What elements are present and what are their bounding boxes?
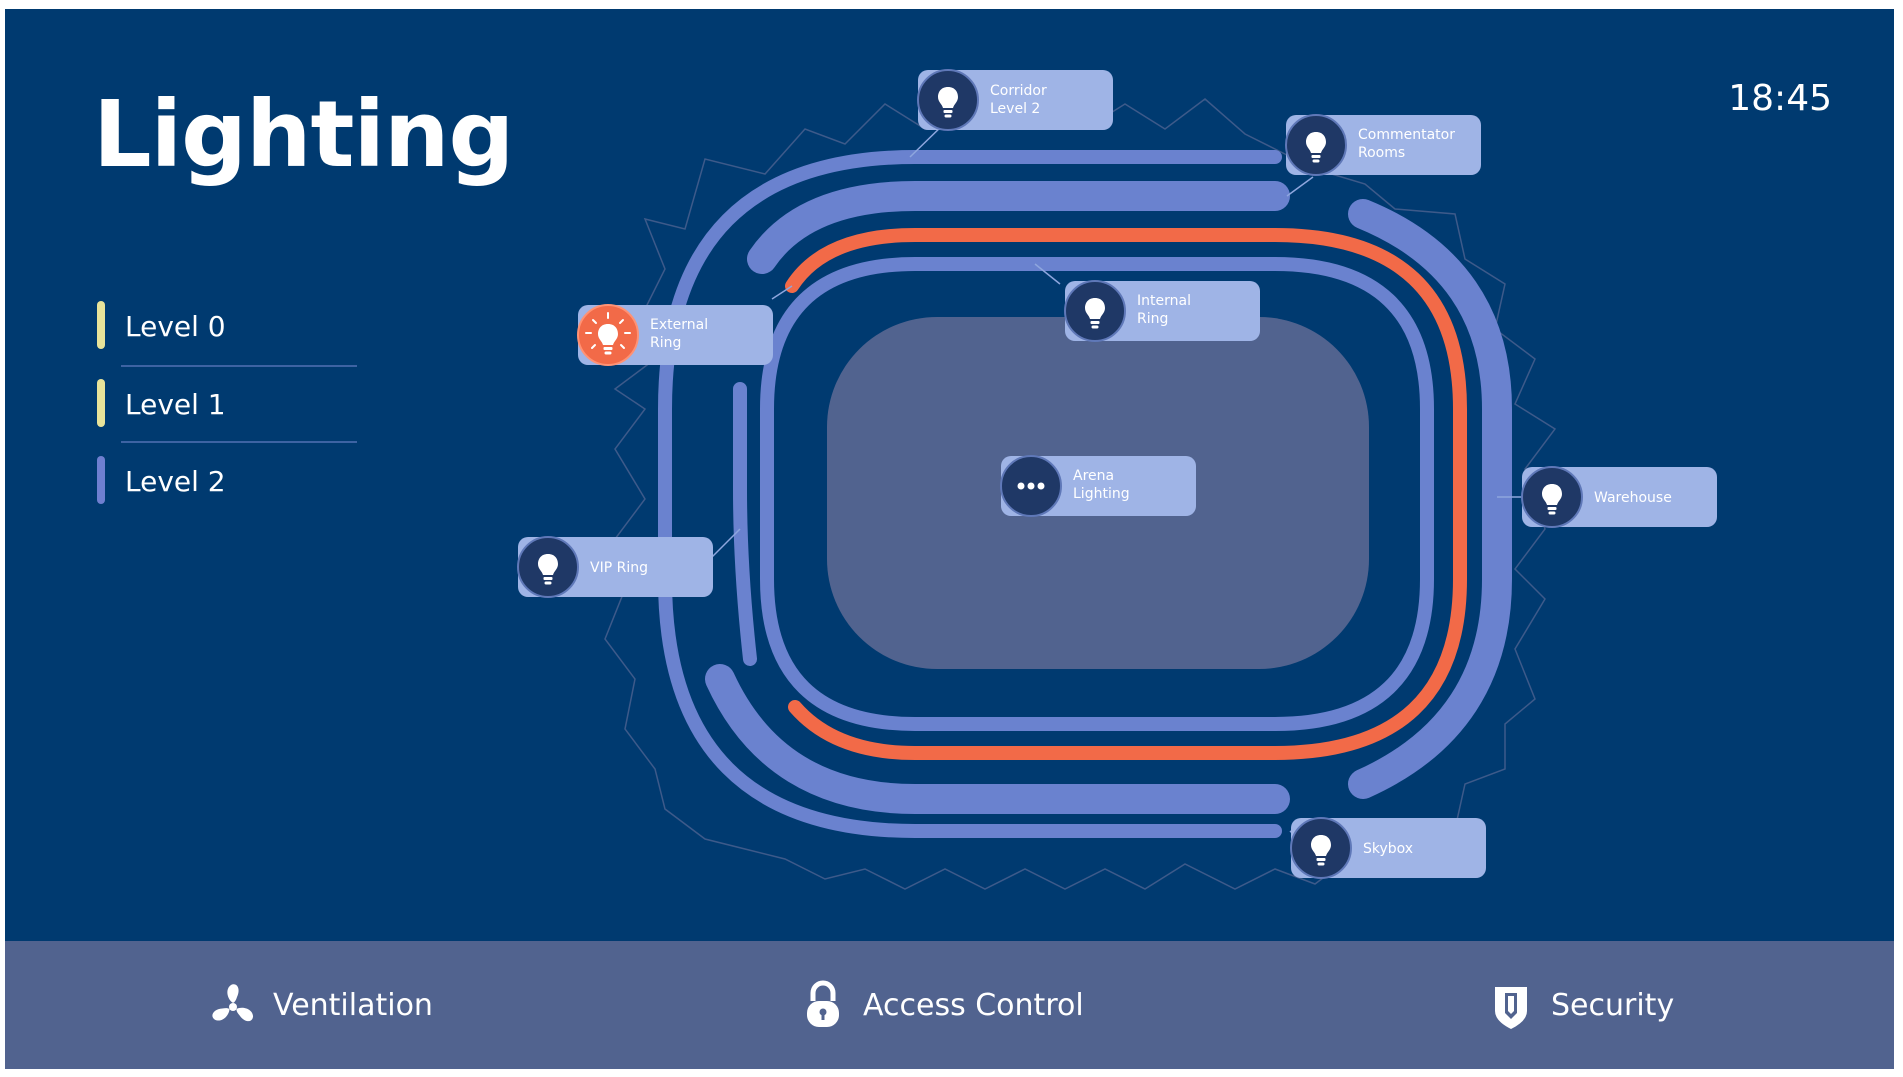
zone-arena-lighting[interactable]: Arena Lighting: [1000, 455, 1196, 517]
nav-label: Security: [1551, 987, 1675, 1023]
zone-external-ring[interactable]: External Ring: [577, 304, 773, 366]
nav-ventilation[interactable]: Ventilation: [205, 973, 433, 1037]
zone-label-line1: Internal: [1137, 293, 1191, 309]
outer-ring-bottom: [705, 664, 1290, 814]
zone-label-line2: Lighting: [1073, 486, 1130, 502]
zone-label-line2: Ring: [1137, 311, 1168, 327]
fan-icon: [212, 984, 254, 1022]
zone-label: Warehouse: [1594, 490, 1672, 506]
zone-vip-ring[interactable]: VIP Ring: [517, 536, 713, 598]
zone-commentator-rooms[interactable]: Commentator Rooms: [1285, 114, 1481, 176]
zone-label-line2: Level 2: [990, 101, 1040, 117]
shield-icon: [1495, 987, 1527, 1029]
lock-icon: [807, 980, 839, 1027]
nav-access-control[interactable]: Access Control: [795, 973, 1084, 1037]
zone-corridor-level-2[interactable]: Corridor Level 2: [917, 69, 1113, 131]
more-icon: [1017, 482, 1045, 490]
zone-label-line2: Ring: [650, 335, 681, 351]
zone-internal-ring[interactable]: Internal Ring: [1064, 280, 1260, 342]
zone-warehouse[interactable]: Warehouse: [1521, 466, 1717, 528]
zone-label-line1: Commentator: [1358, 127, 1455, 143]
zone-label: Skybox: [1363, 841, 1413, 857]
zone-label-line1: Arena: [1073, 468, 1114, 484]
app-window: Lighting 18:45 Level 0 Level 1 Level 2 C…: [5, 9, 1894, 1069]
outer-ring-left: [733, 382, 757, 666]
zone-label: VIP Ring: [590, 560, 648, 576]
zone-label-line2: Rooms: [1358, 145, 1405, 161]
bottom-nav: Ventilation Access Control Security: [5, 941, 1894, 1069]
zone-label-line1: External: [650, 317, 708, 333]
zone-skybox[interactable]: Skybox: [1290, 817, 1486, 879]
stadium-lighting-map: Corridor Level 2 Commentator Rooms Exter…: [517, 69, 1717, 890]
nav-label: Ventilation: [273, 987, 433, 1023]
nav-label: Access Control: [863, 987, 1084, 1023]
zone-label-line1: Corridor: [990, 83, 1047, 99]
nav-security[interactable]: Security: [1483, 973, 1674, 1037]
